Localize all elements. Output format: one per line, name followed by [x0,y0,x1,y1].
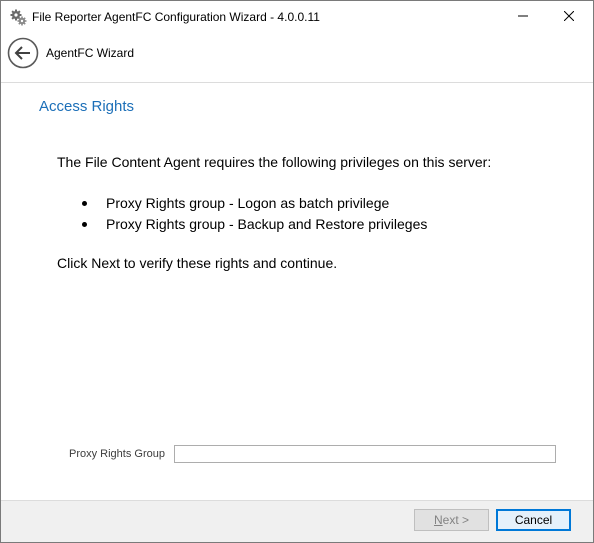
next-mnemonic: N [433,513,443,527]
close-button[interactable] [546,1,592,33]
bullet-icon [82,222,87,227]
close-icon [563,8,575,26]
footer-bar: Next > Cancel [1,501,593,542]
list-item-label: Proxy Rights group - Backup and Restore … [106,216,428,232]
list-item-label: Proxy Rights group - Logon as batch priv… [106,195,390,211]
gears-icon [10,9,27,26]
title-bar[interactable]: File Reporter AgentFC Configuration Wiza… [1,1,593,33]
page-title: Access Rights [39,98,135,115]
back-button[interactable] [7,37,39,69]
back-arrow-icon [7,37,39,73]
list-item: Proxy Rights group - Backup and Restore … [79,215,427,236]
minimize-button[interactable] [500,1,546,33]
proxy-rights-group-label: Proxy Rights Group [69,448,165,460]
outro-text: Click Next to verify these rights and co… [57,255,338,271]
window-title: File Reporter AgentFC Configuration Wiza… [32,10,320,24]
bullet-icon [82,201,87,206]
next-button[interactable]: Next > [414,509,489,531]
intro-text: The File Content Agent requires the foll… [57,154,492,170]
header-divider [1,82,593,83]
minimize-icon [518,8,528,26]
wizard-window: File Reporter AgentFC Configuration Wiza… [0,0,594,543]
wizard-title: AgentFC Wizard [46,46,135,60]
wizard-header: AgentFC Wizard [1,33,593,75]
cancel-button[interactable]: Cancel [496,509,571,531]
list-item: Proxy Rights group - Logon as batch priv… [79,194,427,215]
proxy-rights-group-input[interactable] [174,445,556,463]
next-label: ext > [442,513,470,527]
privileges-list: Proxy Rights group - Logon as batch priv… [79,194,427,236]
